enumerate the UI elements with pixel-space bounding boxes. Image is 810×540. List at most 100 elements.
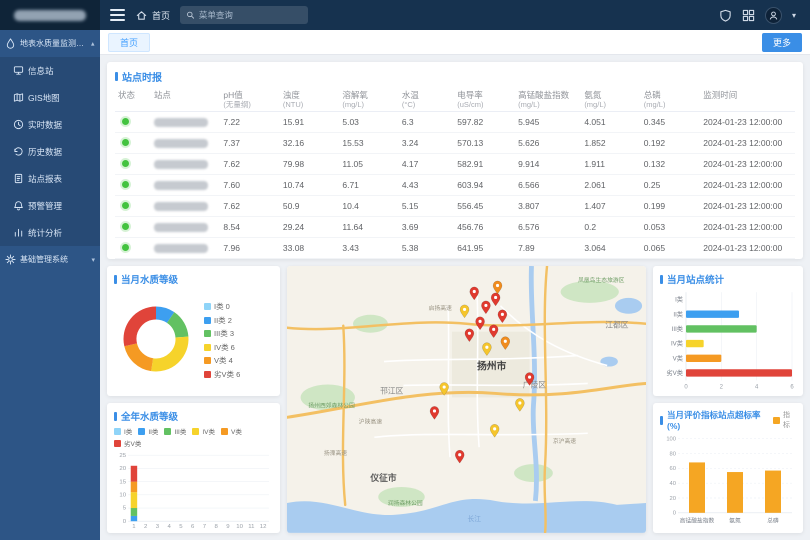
legend-item[interactable]: II类 2 [204, 315, 240, 326]
hamburger-menu-icon[interactable] [110, 9, 125, 21]
sidebar-item-stats[interactable]: 统计分析 [0, 219, 100, 246]
table-cell: 570.13 [454, 133, 515, 154]
breadcrumb[interactable]: 首页 [135, 9, 170, 22]
vbar-legend[interactable]: 指标 [773, 410, 796, 430]
column-header: 状态 [115, 88, 151, 112]
monthly-quality-donut-chart [114, 292, 198, 389]
panel-title-annual-quality: 全年水质等级 [121, 409, 178, 423]
status-dot [122, 244, 129, 251]
sidebar-section-0[interactable]: 地表水质量监测系统 ▾ [0, 30, 100, 57]
table-cell: 2024-01-23 12:00:00 [700, 154, 795, 175]
title-accent [660, 416, 663, 425]
legend-item[interactable]: II类 [138, 426, 158, 436]
table-row[interactable]: 7.2215.915.036.3597.825.9454.0510.345202… [115, 112, 795, 133]
legend-item[interactable]: III类 [164, 426, 186, 436]
avatar[interactable] [765, 7, 782, 24]
grid-icon[interactable] [742, 9, 755, 22]
table-cell: 2024-01-23 12:00:00 [700, 112, 795, 133]
table-row[interactable]: 7.6010.746.714.43603.946.5662.0610.25202… [115, 175, 795, 196]
title-accent [114, 412, 117, 421]
svg-text:8: 8 [214, 525, 217, 530]
table-cell: 7.37 [220, 133, 279, 154]
realtime-icon [13, 119, 24, 130]
status-dot [122, 223, 129, 230]
panel-title-monthly-station-stats: 当月站点统计 [667, 272, 724, 286]
status-dot [122, 181, 129, 188]
status-dot [122, 118, 129, 125]
legend-item[interactable]: 劣V类 [114, 438, 141, 448]
table-cell: 2024-01-23 12:00:00 [700, 217, 795, 238]
shield-icon[interactable] [719, 9, 732, 22]
caret-down-icon[interactable]: ▾ [792, 11, 796, 20]
table-cell: 79.98 [280, 154, 339, 175]
table-cell: 7.60 [220, 175, 279, 196]
svg-text:40: 40 [670, 481, 676, 487]
sidebar-item-label: 信息站 [28, 65, 54, 77]
search-input[interactable] [199, 10, 302, 20]
sidebar-item-monitor[interactable]: 信息站 [0, 57, 100, 84]
legend-item[interactable]: 劣V类 6 [204, 369, 240, 380]
sidebar-item-label: 统计分析 [28, 227, 62, 239]
sidebar-item-alarm[interactable]: 预警管理 [0, 192, 100, 219]
sidebar-section-label: 地表水质量监测系统 [20, 38, 87, 49]
monitor-icon [13, 65, 24, 76]
map-canvas[interactable]: 扬州市邗江区江都区广陵区仪征市扬州西郊森林公园凤凰岛生态旅游区润扬森林公园沪陕高… [287, 266, 646, 533]
table-row[interactable]: 8.5429.2411.643.69456.766.5760.20.053202… [115, 217, 795, 238]
svg-text:V类: V类 [673, 353, 684, 362]
menu-search[interactable] [180, 6, 308, 24]
map-label: 仪征市 [369, 472, 396, 483]
vbar-legend-label: 指标 [783, 410, 796, 430]
svg-text:10: 10 [119, 493, 126, 499]
table-cell: 3.24 [399, 133, 454, 154]
station-table: 状态站点pH值(无量纲)浊度(NTU)溶解氧(mg/L)水温(°C)电导率(uS… [115, 88, 795, 259]
tab-home[interactable]: 首页 [108, 33, 150, 52]
svg-text:总磷: 总磷 [767, 517, 779, 525]
table-cell: 2024-01-23 12:00:00 [700, 175, 795, 196]
legend-item[interactable]: V类 [221, 426, 242, 436]
svg-text:9: 9 [226, 525, 229, 530]
stack-legend: I类 II类 III类 IV类 V类劣V类 [114, 425, 273, 450]
table-cell: 2024-01-23 12:00:00 [700, 238, 795, 259]
svg-text:7: 7 [203, 525, 206, 530]
table-cell: 456.76 [454, 217, 515, 238]
column-header: 站点 [151, 88, 221, 112]
map-label: 扬州西郊森林公园 [308, 401, 355, 409]
table-cell: 5.38 [399, 238, 454, 259]
map-icon [13, 92, 24, 103]
breadcrumb-home-label: 首页 [152, 9, 170, 22]
legend-item[interactable]: I类 0 [204, 301, 240, 312]
sidebar-item-history[interactable]: 历史数据 [0, 138, 100, 165]
sidebar-section-1[interactable]: 基础管理系统▾ [0, 246, 100, 273]
panel-station-report: 站点时报 状态站点pH值(无量纲)浊度(NTU)溶解氧(mg/L)水温(°C)电… [107, 62, 803, 259]
table-row[interactable]: 7.6279.9811.054.17582.919.9141.9110.1322… [115, 154, 795, 175]
legend-item[interactable]: IV类 6 [204, 342, 240, 353]
sidebar-item-map[interactable]: GIS地图 [0, 84, 100, 111]
table-cell: 6.71 [339, 175, 398, 196]
topbar: 首页 ▾ [0, 0, 810, 30]
table-cell: 10.4 [339, 196, 398, 217]
svg-text:高锰酸盐指数: 高锰酸盐指数 [680, 517, 715, 525]
table-row[interactable]: 7.9633.083.435.38641.957.893.0640.065202… [115, 238, 795, 259]
sidebar-item-report[interactable]: 站点报表 [0, 165, 100, 192]
more-button[interactable]: 更多 [762, 33, 802, 52]
chevron-down-icon: ▾ [91, 40, 95, 48]
legend-item[interactable]: I类 [114, 426, 132, 436]
sidebar-item-realtime[interactable]: 实时数据 [0, 111, 100, 138]
station-map[interactable]: 扬州市邗江区江都区广陵区仪征市扬州西郊森林公园凤凰岛生态旅游区润扬森林公园沪陕高… [287, 266, 646, 533]
table-cell: 6.566 [515, 175, 581, 196]
legend-item[interactable]: III类 3 [204, 328, 240, 339]
svg-text:60: 60 [670, 466, 676, 472]
table-row[interactable]: 7.3732.1615.533.24570.135.6261.8520.1922… [115, 133, 795, 154]
table-row[interactable]: 7.6250.910.45.15556.453.8071.4070.199202… [115, 196, 795, 217]
table-cell: 3.807 [515, 196, 581, 217]
station-name-redacted [154, 244, 208, 253]
svg-text:6: 6 [191, 525, 194, 530]
table-cell: 0.199 [641, 196, 700, 217]
legend-item[interactable]: V类 4 [204, 355, 240, 366]
monthly-station-stats-chart: 0246I类II类III类IV类V类劣V类 [660, 288, 796, 393]
svg-text:4: 4 [755, 384, 759, 391]
svg-text:1: 1 [132, 525, 135, 530]
table-cell: 33.08 [280, 238, 339, 259]
legend-item[interactable]: IV类 [192, 426, 215, 436]
tab-bar: 首页 更多 [100, 30, 810, 55]
